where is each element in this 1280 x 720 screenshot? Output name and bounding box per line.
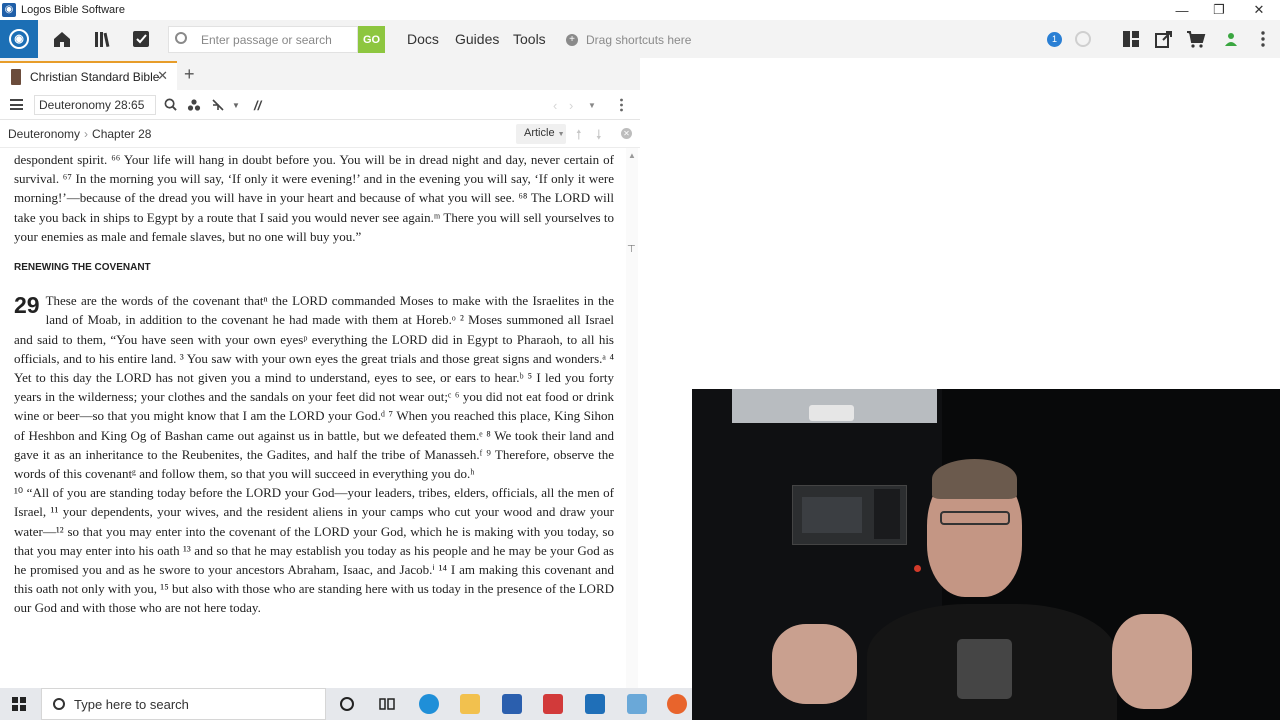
tab-label: Christian Standard Bible [30,69,160,84]
breadcrumb-chapter[interactable]: Chapter 28 [92,127,151,141]
shirt-print [957,639,1012,699]
layouts-icon[interactable] [1121,29,1141,49]
visual-filters-icon[interactable] [187,98,201,112]
chevron-down-icon: ▼ [557,131,565,138]
chapter-29-text: These are the words of the covenant that… [14,293,614,482]
passage-paragraph: ¹⁰ “All of you are standing today before… [14,485,614,616]
arrow-down-icon[interactable]: 🠗 [596,126,602,148]
reference-box[interactable]: Deuteronomy 28:65 [34,95,156,115]
search-icon[interactable] [164,98,177,111]
add-tab-button[interactable]: + [184,64,195,85]
section-heading: RENEWING THE COVENANT [14,262,151,274]
tools-menu[interactable]: Tools [513,31,546,47]
scripture-text: despondent spirit. ⁶⁶ Your life will han… [14,150,614,618]
tasks-icon[interactable] [131,29,151,49]
history-forward-icon[interactable]: › [569,98,573,113]
taskbar-search-text: Type here to search [74,697,189,712]
parallel-resources-icon[interactable]: // [254,98,261,113]
file-explorer-icon[interactable] [460,694,480,714]
go-button[interactable]: GO [358,26,385,53]
panel-menu-icon[interactable] [10,99,23,110]
history-dropdown-icon[interactable]: ▼ [588,101,596,110]
docs-menu[interactable]: Docs [407,31,439,47]
red-indicator-light [914,565,921,572]
mail-icon[interactable] [585,694,605,714]
search-icon [175,32,187,44]
home-icon[interactable] [52,29,72,49]
history-back-icon[interactable]: ‹ [553,98,557,113]
shortcut-dropzone[interactable]: + Drag shortcuts here [566,33,691,47]
panel-toolbar: Deuteronomy 28:65 ▼ // ‹ › ▼ [0,90,640,120]
passage-paragraph: despondent spirit. ⁶⁶ Your life will han… [14,152,614,244]
search-icon [53,698,65,710]
cart-icon[interactable] [1186,29,1206,49]
passage-search-input[interactable] [201,31,351,49]
title-bar: ◉ Logos Bible Software — ❐ ✕ [0,0,1280,20]
minimize-button[interactable]: — [1162,0,1202,20]
close-tab-icon[interactable]: ✕ [157,68,168,84]
chapter-number: 29 [14,292,40,319]
scroll-position-marker-icon[interactable]: ⊤ [627,244,637,255]
task-view-icon[interactable] [377,694,397,714]
workspace-empty-area [640,58,1280,389]
gift-app-icon[interactable] [543,694,563,714]
person-glasses [940,511,1010,525]
microwave-panel [874,489,900,539]
logos-app-icon: ◉ [2,3,16,17]
inline-dropdown-chevron-icon[interactable]: ▼ [232,101,240,110]
plus-circle-icon: + [566,34,578,46]
main-toolbar: ◉ GO Docs Guides Tools + Drag shortcuts … [0,20,1280,58]
library-icon[interactable] [93,29,113,49]
arrow-up-icon[interactable]: 🠕 [576,126,582,148]
sync-spinner-icon [1075,31,1091,47]
windows-taskbar: Type here to search [0,688,692,720]
restore-button[interactable]: ❐ [1199,0,1239,20]
logos-logo-icon: ◉ [9,29,29,49]
passage-paragraph: 29 These are the words of the covenant th… [14,291,614,483]
reader-scrollbar[interactable]: ▲ ⊤ [626,148,638,688]
guides-menu[interactable]: Guides [455,31,499,47]
article-label: Article [524,127,555,139]
breadcrumb-separator-icon: › [84,127,89,141]
account-icon[interactable] [1221,29,1241,49]
edge-browser-icon[interactable] [419,694,439,714]
ceiling-light [809,405,854,421]
close-window-button[interactable]: ✕ [1239,0,1279,20]
taskbar-search[interactable]: Type here to search [41,688,326,720]
article-view-button[interactable]: Article ▼ [516,124,566,144]
more-menu-icon[interactable] [1253,29,1273,49]
breadcrumb-row: Deuteronomy › Chapter 28 Article ▼ 🠕 🠗 ✕ [0,120,640,148]
panel-tab-row: Christian Standard Bible ✕ + [0,58,640,90]
inline-icon[interactable] [211,98,225,112]
breadcrumb: Deuteronomy › Chapter 28 [8,127,151,141]
breadcrumb-book[interactable]: Deuteronomy [8,127,80,141]
scroll-up-icon[interactable]: ▲ [628,151,636,160]
open-external-icon[interactable] [1154,29,1174,49]
passage-search-box[interactable] [168,26,358,53]
person-left-hand [772,624,857,704]
book-icon [11,68,21,85]
notification-badge[interactable]: 1 [1047,32,1062,47]
firefox-icon[interactable] [667,694,687,714]
panel-more-icon[interactable] [619,98,624,112]
window-title: Logos Bible Software [21,4,125,16]
microwave-window [802,497,862,533]
person-hair [932,459,1017,499]
logos-home-button[interactable]: ◉ [0,20,38,58]
webcam-overlay [692,389,1280,720]
bible-reader[interactable]: despondent spirit. ⁶⁶ Your life will han… [0,148,640,688]
cortana-icon[interactable] [337,694,357,714]
tab-christian-standard-bible[interactable]: Christian Standard Bible ✕ [0,61,177,90]
logos-taskbar-icon[interactable] [627,694,647,714]
shortcut-hint: Drag shortcuts here [586,33,692,47]
store-icon[interactable] [502,694,522,714]
person-right-hand [1112,614,1192,709]
windows-start-icon[interactable] [12,697,26,711]
close-circle-icon[interactable]: ✕ [621,128,632,139]
